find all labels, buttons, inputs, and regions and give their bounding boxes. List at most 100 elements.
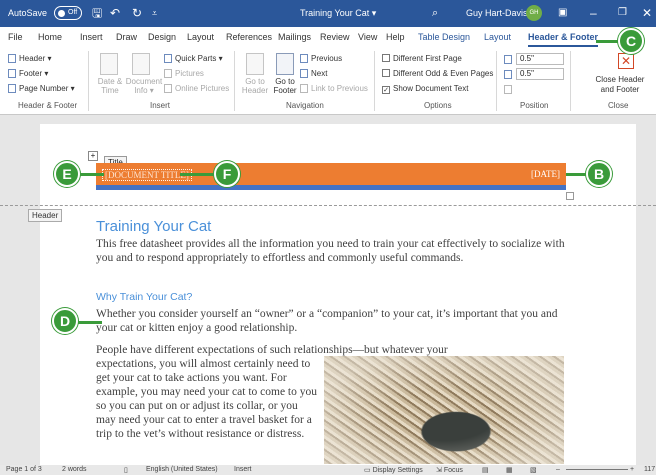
paragraph-1[interactable]: This free datasheet provides all the inf…	[96, 237, 566, 265]
ribbon-display-icon[interactable]: ▣	[558, 6, 567, 20]
page-number-icon	[8, 84, 16, 93]
autosave-toggle[interactable]: Off	[54, 6, 82, 20]
footer-button[interactable]: Footer ▾	[8, 69, 48, 78]
group-divider	[570, 51, 571, 111]
quick-parts-button[interactable]: Quick Parts ▾	[164, 54, 223, 63]
callout-b: B	[586, 161, 612, 187]
tab-help[interactable]: Help	[386, 32, 405, 42]
document-info-button[interactable]: Document Info ▾	[124, 77, 164, 95]
heading-1[interactable]: Training Your Cat	[96, 218, 211, 235]
group-label-position: Position	[520, 101, 549, 110]
group-label-options: Options	[424, 101, 452, 110]
word-count[interactable]: 2 words	[62, 466, 87, 473]
tab-draw[interactable]: Draw	[116, 32, 137, 42]
undo-icon[interactable]: ↶	[110, 6, 120, 20]
callout-arrow-c	[596, 40, 618, 43]
paragraph-3[interactable]: expectations, you will almost certainly …	[96, 357, 318, 441]
header-button[interactable]: Header ▾	[8, 54, 51, 63]
document-title-field[interactable]: [DOCUMENT TITLE]	[102, 169, 192, 181]
restore-icon[interactable]: ❐	[618, 6, 627, 20]
footer-position-input[interactable]: 0.5"	[516, 68, 564, 80]
tab-insert[interactable]: Insert	[80, 32, 103, 42]
close-header-footer-button[interactable]: Close Header and Footer	[588, 75, 652, 95]
header-color-bar: [DOCUMENT TITLE] [DATE]	[96, 163, 566, 185]
edit-mode[interactable]: Insert	[234, 466, 252, 473]
callout-e: E	[54, 161, 80, 187]
next-button[interactable]: Next	[300, 69, 327, 78]
group-divider	[496, 51, 497, 111]
link-to-previous-button[interactable]: Link to Previous	[300, 84, 368, 93]
zoom-in-icon[interactable]: +	[630, 466, 634, 473]
header-icon	[8, 54, 16, 63]
group-label-header-footer: Header & Footer	[18, 101, 78, 110]
zoom-out-icon[interactable]: –	[556, 466, 560, 473]
callout-arrow-d	[78, 321, 102, 324]
focus-button[interactable]: ⇲ Focus	[436, 466, 463, 474]
table-resize-handle[interactable]	[566, 192, 574, 200]
zoom-slider[interactable]	[566, 469, 628, 470]
close-header-footer-icon: ✕	[618, 53, 634, 69]
search-icon[interactable]: ⌕	[432, 6, 438, 20]
language[interactable]: English (United States)	[146, 466, 218, 473]
tab-design[interactable]: Design	[148, 32, 176, 42]
callout-d: D	[52, 308, 78, 334]
ribbon-tabs: File Home Insert Draw Design Layout Refe…	[0, 27, 656, 47]
move-handle-icon[interactable]: +	[88, 151, 98, 161]
group-divider	[374, 51, 375, 111]
page-number-button[interactable]: Page Number ▾	[8, 84, 75, 93]
tab-layout[interactable]: Layout	[187, 32, 214, 42]
previous-icon	[300, 54, 308, 63]
document-title[interactable]: Training Your Cat ▾	[300, 8, 376, 19]
tab-view[interactable]: View	[358, 32, 377, 42]
different-first-page-checkbox[interactable]: Different First Page	[382, 54, 462, 63]
print-layout-icon[interactable]: ▦	[506, 466, 513, 474]
checkbox-unchecked-icon	[382, 54, 390, 62]
display-icon: ▭	[364, 467, 373, 474]
web-layout-icon[interactable]: ▧	[530, 466, 537, 474]
date-time-button[interactable]: Date & Time	[94, 77, 126, 95]
date-field[interactable]: [DATE]	[531, 169, 560, 179]
tab-table-layout[interactable]: Layout	[484, 32, 511, 42]
tab-references[interactable]: References	[226, 32, 272, 42]
focus-icon: ⇲	[436, 467, 444, 474]
tab-header-footer[interactable]: Header & Footer	[528, 32, 599, 47]
customize-qat-icon[interactable]: ⩡	[152, 6, 157, 20]
checkmark-icon: ✓	[382, 86, 390, 94]
tab-file[interactable]: File	[8, 32, 23, 42]
previous-button[interactable]: Previous	[300, 54, 342, 63]
read-mode-icon[interactable]: ▤	[482, 466, 489, 474]
paragraph-2[interactable]: Whether you consider yourself an “owner”…	[96, 307, 566, 335]
online-pictures-button[interactable]: Online Pictures	[164, 84, 229, 93]
paragraph-3-lead[interactable]: People have different expectations of su…	[96, 343, 566, 357]
heading-2[interactable]: Why Train Your Cat?	[96, 291, 192, 303]
online-pictures-icon	[164, 84, 172, 93]
status-bar: Page 1 of 3 2 words ▯ English (United St…	[0, 465, 656, 475]
close-icon[interactable]: ✕	[642, 6, 652, 20]
user-name[interactable]: Guy Hart-Davis	[466, 8, 528, 18]
tab-table-design[interactable]: Table Design	[418, 32, 470, 42]
tab-mailings[interactable]: Mailings	[278, 32, 311, 42]
go-to-footer-button[interactable]: Go to Footer	[270, 77, 300, 95]
tab-home[interactable]: Home	[38, 32, 62, 42]
ribbon: Header ▾ Footer ▾ Page Number ▾ Header &…	[0, 47, 656, 115]
minimize-icon[interactable]: –	[590, 6, 597, 20]
display-settings-button[interactable]: ▭ Display Settings	[364, 466, 423, 474]
proofing-icon[interactable]: ▯	[124, 466, 128, 474]
next-icon	[300, 69, 308, 78]
autosave-label: AutoSave	[8, 8, 48, 18]
page-count[interactable]: Page 1 of 3	[6, 466, 42, 473]
avatar[interactable]: GH	[526, 5, 542, 21]
cat-photo[interactable]	[324, 356, 564, 464]
group-label-close: Close	[608, 101, 629, 110]
different-odd-even-checkbox[interactable]: Different Odd & Even Pages	[382, 69, 493, 78]
go-to-header-button[interactable]: Go to Header	[240, 77, 270, 95]
redo-icon[interactable]: ↻	[132, 6, 142, 20]
pictures-button[interactable]: Pictures	[164, 69, 204, 78]
zoom-level[interactable]: 117	[644, 466, 655, 473]
show-document-text-checkbox[interactable]: ✓ Show Document Text	[382, 84, 468, 94]
save-icon[interactable]: 🖫	[92, 6, 102, 20]
tab-review[interactable]: Review	[320, 32, 350, 42]
document-info-icon	[132, 53, 150, 75]
header-position-input[interactable]: 0.5"	[516, 53, 564, 65]
insert-alignment-tab-icon[interactable]	[504, 85, 512, 94]
